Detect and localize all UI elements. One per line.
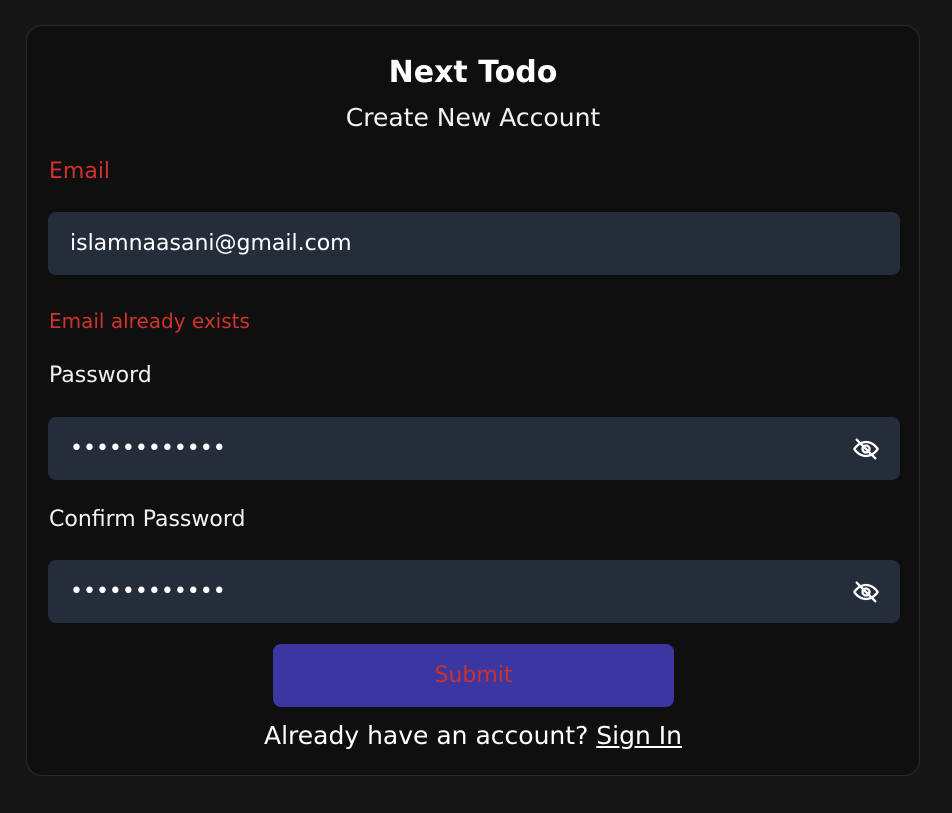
email-label: Email [49, 159, 111, 184]
eye-off-icon[interactable] [852, 435, 880, 463]
password-value: •••••••••••• [70, 436, 226, 461]
signup-card: Next Todo Create New Account Email islam… [26, 25, 920, 776]
submit-button[interactable]: Submit [273, 644, 674, 707]
password-label: Password [49, 363, 152, 388]
email-field[interactable]: islamnaasani@gmail.com [48, 212, 900, 275]
email-value: islamnaasani@gmail.com [70, 231, 352, 256]
page-subtitle: Create New Account [345, 103, 601, 132]
eye-off-icon[interactable] [852, 578, 880, 606]
password-field[interactable]: •••••••••••• [48, 417, 900, 480]
confirm-password-label: Confirm Password [49, 507, 246, 532]
confirm-password-field[interactable]: •••••••••••• [48, 560, 900, 623]
signin-prompt-row: Already have an account? Sign In [27, 720, 919, 752]
confirm-password-value: •••••••••••• [70, 579, 226, 604]
email-error-message: Email already exists [49, 309, 250, 333]
app-title: Next Todo [388, 55, 558, 90]
sign-in-link[interactable]: Sign In [596, 721, 682, 750]
signin-prompt-text: Already have an account? [263, 721, 589, 750]
